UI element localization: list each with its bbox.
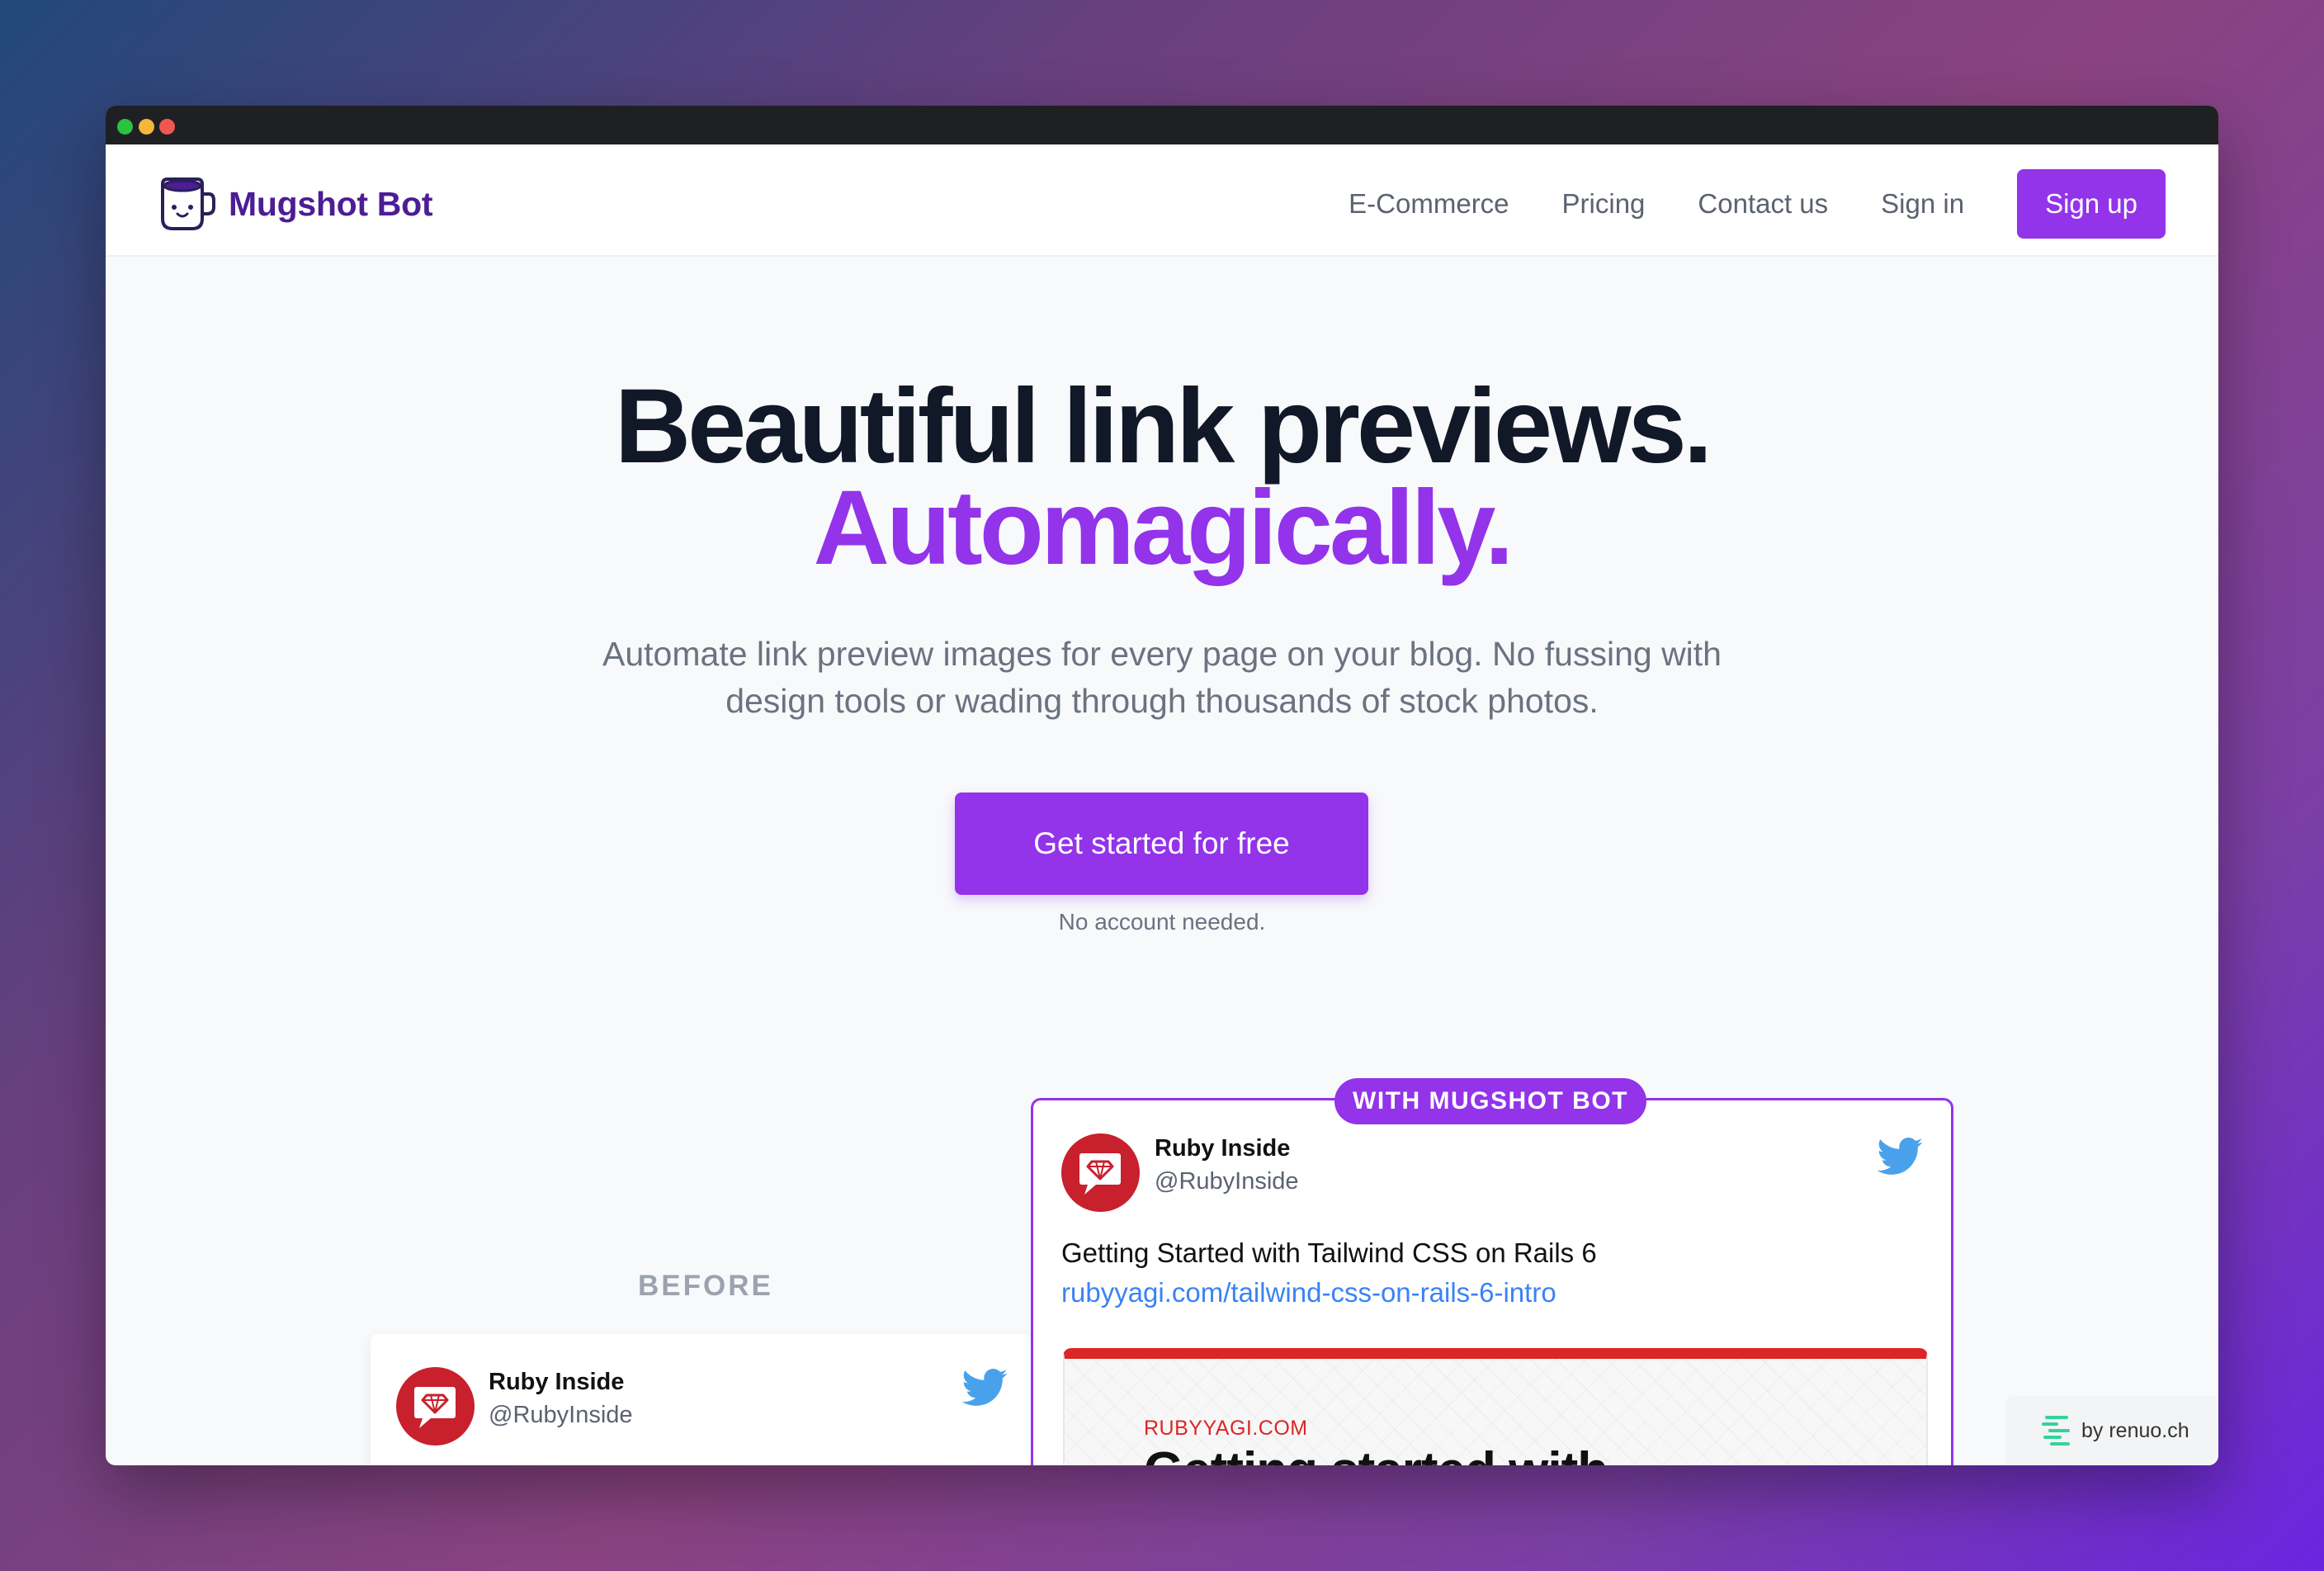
tweet-author-name: Ruby Inside	[1155, 1135, 1291, 1162]
sign-up-button[interactable]: Sign up	[2017, 169, 2166, 239]
browser-window: Mugshot Bot E-Commerce Pricing Contact u…	[106, 106, 2218, 1465]
hero-subtitle-line-1: Automate link preview images for every p…	[602, 635, 1722, 673]
window-close-button[interactable]	[159, 119, 175, 135]
window-minimize-button[interactable]	[139, 119, 154, 135]
tweet-link[interactable]: rubyyagi.com/tailwind-css-on-rails-6-int…	[1061, 1277, 1556, 1308]
tweet-author-handle: @RubyInside	[489, 1402, 633, 1428]
nav-link-pricing[interactable]: Pricing	[1562, 188, 1646, 220]
mug-icon	[161, 177, 215, 230]
twitter-bird-icon	[961, 1369, 1008, 1406]
window-titlebar	[106, 106, 2218, 144]
ruby-gem-icon	[1061, 1133, 1140, 1212]
twitter-bird-icon	[1877, 1138, 1923, 1175]
brand-home-link[interactable]: Mugshot Bot	[158, 176, 432, 232]
hero-subtitle-line-2: design tools or wading through thousands…	[725, 682, 1599, 720]
nav-link-sign-in[interactable]: Sign in	[1881, 188, 1964, 220]
with-mugshot-badge: WITH MUGSHOT BOT	[1334, 1078, 1646, 1124]
nav-link-contact-us[interactable]: Contact us	[1698, 188, 1828, 220]
tweet-author-name: Ruby Inside	[489, 1369, 625, 1395]
navbar: Mugshot Bot E-Commerce Pricing Contact u…	[106, 144, 2218, 257]
renuo-badge[interactable]: by renuo.ch	[2005, 1396, 2218, 1465]
nav-link-e-commerce[interactable]: E-Commerce	[1349, 188, 1509, 220]
cta-note: No account needed.	[1058, 909, 1266, 935]
headline-accent: Automagically.	[813, 469, 1514, 587]
hero-subtitle: Automate link preview images for every p…	[106, 631, 2218, 725]
headline-primary: Beautiful link previews.	[614, 367, 1713, 485]
tweet-text: Getting Started with Tailwind CSS on Rai…	[1061, 1237, 1597, 1268]
renuo-badge-text: by renuo.ch	[2081, 1418, 2189, 1442]
ruby-gem-icon	[396, 1367, 475, 1446]
before-label: BEFORE	[638, 1270, 773, 1302]
link-preview-card[interactable]: RUBYYAGI.COM Getting started with	[1063, 1348, 1928, 1465]
preview-title: Getting started with	[1144, 1441, 1608, 1465]
nav-links: E-Commerce Pricing Contact us Sign in Si…	[1349, 169, 2166, 239]
tweet-card-before: Ruby Inside @RubyInside	[371, 1334, 1031, 1465]
preview-domain: RUBYYAGI.COM	[1144, 1417, 1308, 1440]
renuo-logo-icon	[2042, 1416, 2070, 1446]
tweet-author-handle: @RubyInside	[1155, 1168, 1299, 1195]
window-maximize-button[interactable]	[117, 119, 133, 135]
get-started-button[interactable]: Get started for free	[955, 793, 1368, 895]
brand-name: Mugshot Bot	[229, 184, 433, 223]
